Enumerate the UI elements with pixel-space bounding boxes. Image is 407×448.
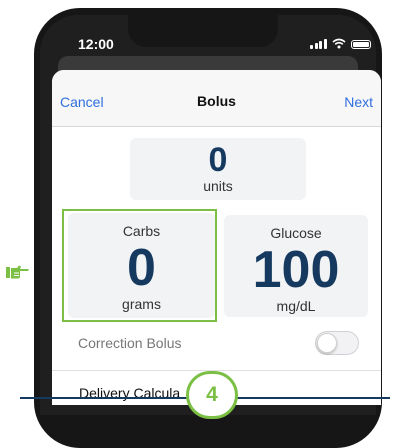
page-title: Bolus xyxy=(197,93,236,109)
status-time: 12:00 xyxy=(78,36,114,52)
next-button[interactable]: Next xyxy=(344,94,373,110)
toggle-knob xyxy=(317,333,337,353)
glucose-label: Glucose xyxy=(270,225,322,241)
status-icons xyxy=(310,38,371,49)
signal-icon xyxy=(310,38,327,49)
step-number-badge: 4 xyxy=(186,371,238,419)
battery-icon xyxy=(350,40,371,49)
glucose-card[interactable]: Glucose 100 mg/dL xyxy=(224,215,368,317)
glucose-unit: mg/dL xyxy=(276,298,316,314)
carbs-highlight-box xyxy=(62,209,217,322)
units-value: 0 xyxy=(208,141,228,179)
nav-bar: Cancel Bolus Next xyxy=(52,70,381,127)
correction-bolus-label: Correction Bolus xyxy=(78,335,182,351)
glucose-value: 100 xyxy=(252,241,340,299)
units-card[interactable]: 0 units xyxy=(130,138,306,200)
pointing-hand-icon xyxy=(6,265,29,279)
phone-notch xyxy=(128,15,278,47)
correction-bolus-toggle[interactable] xyxy=(315,331,359,355)
wifi-icon xyxy=(331,38,346,49)
units-label: units xyxy=(203,178,233,194)
